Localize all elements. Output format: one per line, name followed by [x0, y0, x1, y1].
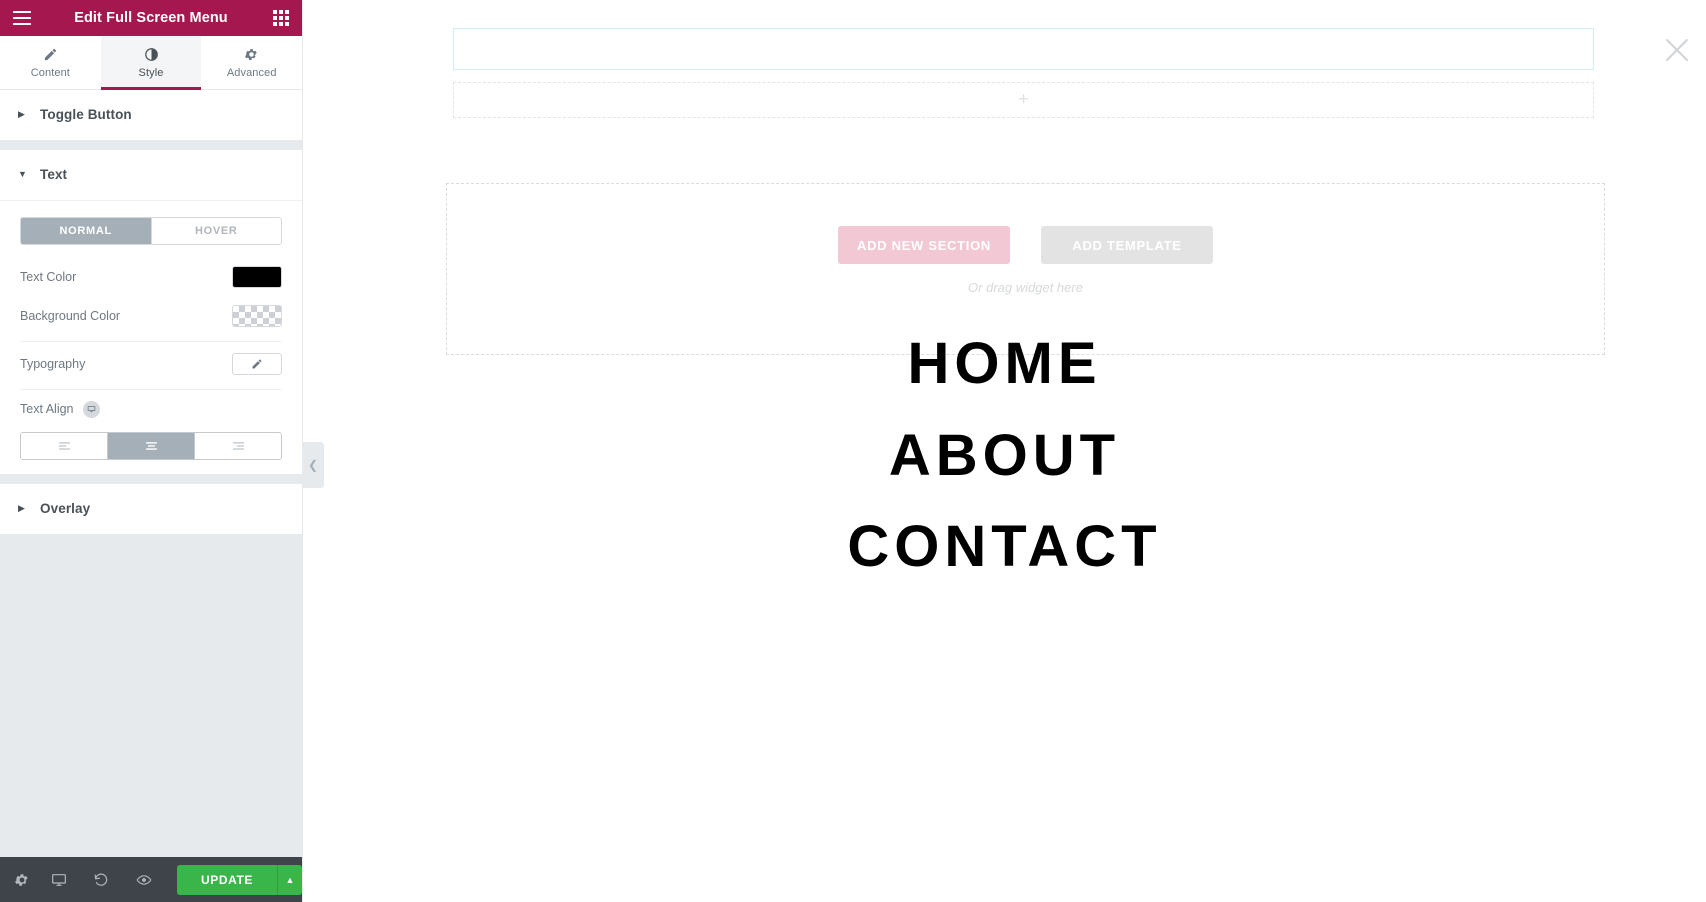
plus-icon: +: [1017, 89, 1030, 110]
canvas: + ADD NEW SECTION ADD TEMPLATE Or drag w…: [303, 0, 1706, 902]
pencil-icon: [252, 358, 262, 368]
panel-collapse-handle[interactable]: ❮: [302, 442, 324, 488]
control-text-align-label: Text Align: [20, 400, 282, 418]
menu-item-home[interactable]: HOME: [908, 318, 1102, 410]
device-icon[interactable]: [82, 400, 100, 418]
align-center-icon: [145, 441, 157, 450]
chevron-down-icon: ▼: [18, 169, 27, 179]
add-template-button[interactable]: ADD TEMPLATE: [1041, 226, 1213, 264]
background-color-swatch[interactable]: [232, 304, 282, 327]
chevron-right-icon: ▶: [18, 109, 25, 119]
state-tab-hover[interactable]: HOVER: [150, 218, 281, 244]
drag-widget-hint: Or drag widget here: [968, 280, 1083, 295]
text-align-options: [20, 432, 282, 460]
drop-area-content: ADD NEW SECTION ADD TEMPLATE Or drag wid…: [447, 226, 1604, 295]
state-tabs: NORMAL HOVER: [20, 217, 282, 245]
panel-footer: UPDATE ▲: [0, 857, 302, 902]
preview-icon[interactable]: [122, 857, 164, 902]
close-icon[interactable]: [1657, 30, 1697, 70]
fullscreen-menu-preview: HOME ABOUT CONTACT: [303, 318, 1706, 593]
section-overlay-title: Overlay: [40, 501, 91, 516]
control-text-color: Text Color: [20, 257, 282, 296]
control-text-align-text: Text Align: [20, 402, 74, 416]
tab-advanced[interactable]: Advanced: [201, 36, 303, 89]
control-background-color: Background Color: [20, 296, 282, 335]
align-right-button[interactable]: [194, 433, 281, 459]
state-tab-normal[interactable]: NORMAL: [21, 218, 151, 244]
panel-header: Edit Full Screen Menu: [0, 0, 302, 36]
section-text: ▼ Text NORMAL HOVER Text Color Backgroun…: [0, 150, 302, 474]
section-overlay-header[interactable]: ▶ Overlay: [0, 484, 302, 534]
tab-content[interactable]: Content: [0, 36, 101, 89]
chevron-up-icon: ▲: [285, 874, 295, 885]
tab-advanced-label: Advanced: [226, 67, 277, 79]
text-color-swatch[interactable]: [232, 265, 282, 288]
pencil-icon: [42, 46, 58, 62]
section-gap: [0, 140, 302, 150]
align-left-button[interactable]: [21, 433, 107, 459]
page-title: Edit Full Screen Menu: [74, 10, 228, 26]
control-text-align: Text Align: [20, 392, 282, 426]
hamburger-icon[interactable]: [13, 11, 31, 25]
section-toggle-button-header[interactable]: ▶ Toggle Button: [0, 90, 302, 140]
gear-icon: [244, 46, 260, 62]
section-overlay: ▶ Overlay: [0, 484, 302, 534]
align-right-icon: [232, 441, 244, 450]
section-text-title: Text: [40, 167, 68, 182]
drop-area-buttons: ADD NEW SECTION ADD TEMPLATE: [838, 226, 1213, 264]
panel-tabs: Content Style Advanced: [0, 36, 303, 90]
control-divider: [20, 341, 282, 342]
align-left-icon: [58, 441, 70, 450]
editor-panel: Edit Full Screen Menu Content Style Adva…: [0, 0, 324, 902]
section-toggle-button-title: Toggle Button: [40, 107, 132, 122]
tab-content-label: Content: [30, 67, 70, 79]
control-divider: [20, 389, 282, 390]
menu-item-contact[interactable]: CONTACT: [847, 501, 1161, 593]
control-typography: Typography: [20, 344, 282, 383]
control-typography-label: Typography: [20, 356, 86, 371]
update-options-button[interactable]: ▲: [277, 864, 302, 895]
section-gap: [0, 474, 302, 484]
typography-edit-button[interactable]: [232, 352, 282, 375]
settings-icon[interactable]: [14, 857, 38, 902]
section-toggle-button: ▶ Toggle Button: [0, 90, 302, 140]
control-text-color-label: Text Color: [20, 269, 77, 284]
section-text-body: NORMAL HOVER Text Color Background Color…: [0, 200, 302, 474]
update-group: UPDATE ▲: [176, 864, 302, 895]
control-background-color-label: Background Color: [20, 308, 121, 323]
chevron-right-icon: ▶: [18, 503, 25, 513]
contrast-icon: [143, 46, 159, 62]
chevron-left-icon: ❮: [307, 458, 319, 472]
section-text-header[interactable]: ▼ Text: [0, 150, 302, 200]
selected-section[interactable]: [453, 28, 1688, 70]
responsive-mode-icon[interactable]: [38, 857, 80, 902]
history-icon[interactable]: [80, 857, 122, 902]
grid-icon[interactable]: [273, 10, 289, 26]
add-section-placeholder[interactable]: +: [453, 82, 1594, 118]
menu-item-about[interactable]: ABOUT: [889, 410, 1120, 502]
align-center-button[interactable]: [107, 433, 194, 459]
tab-style-label: Style: [138, 67, 164, 79]
add-new-section-button[interactable]: ADD NEW SECTION: [838, 226, 1010, 264]
elementor-editor: Edit Full Screen Menu Content Style Adva…: [0, 0, 1706, 902]
update-button[interactable]: UPDATE: [176, 864, 277, 895]
panel-body: ▶ Toggle Button ▼ Text NORMAL HOVER Text…: [0, 90, 302, 857]
tab-style[interactable]: Style: [100, 36, 202, 90]
